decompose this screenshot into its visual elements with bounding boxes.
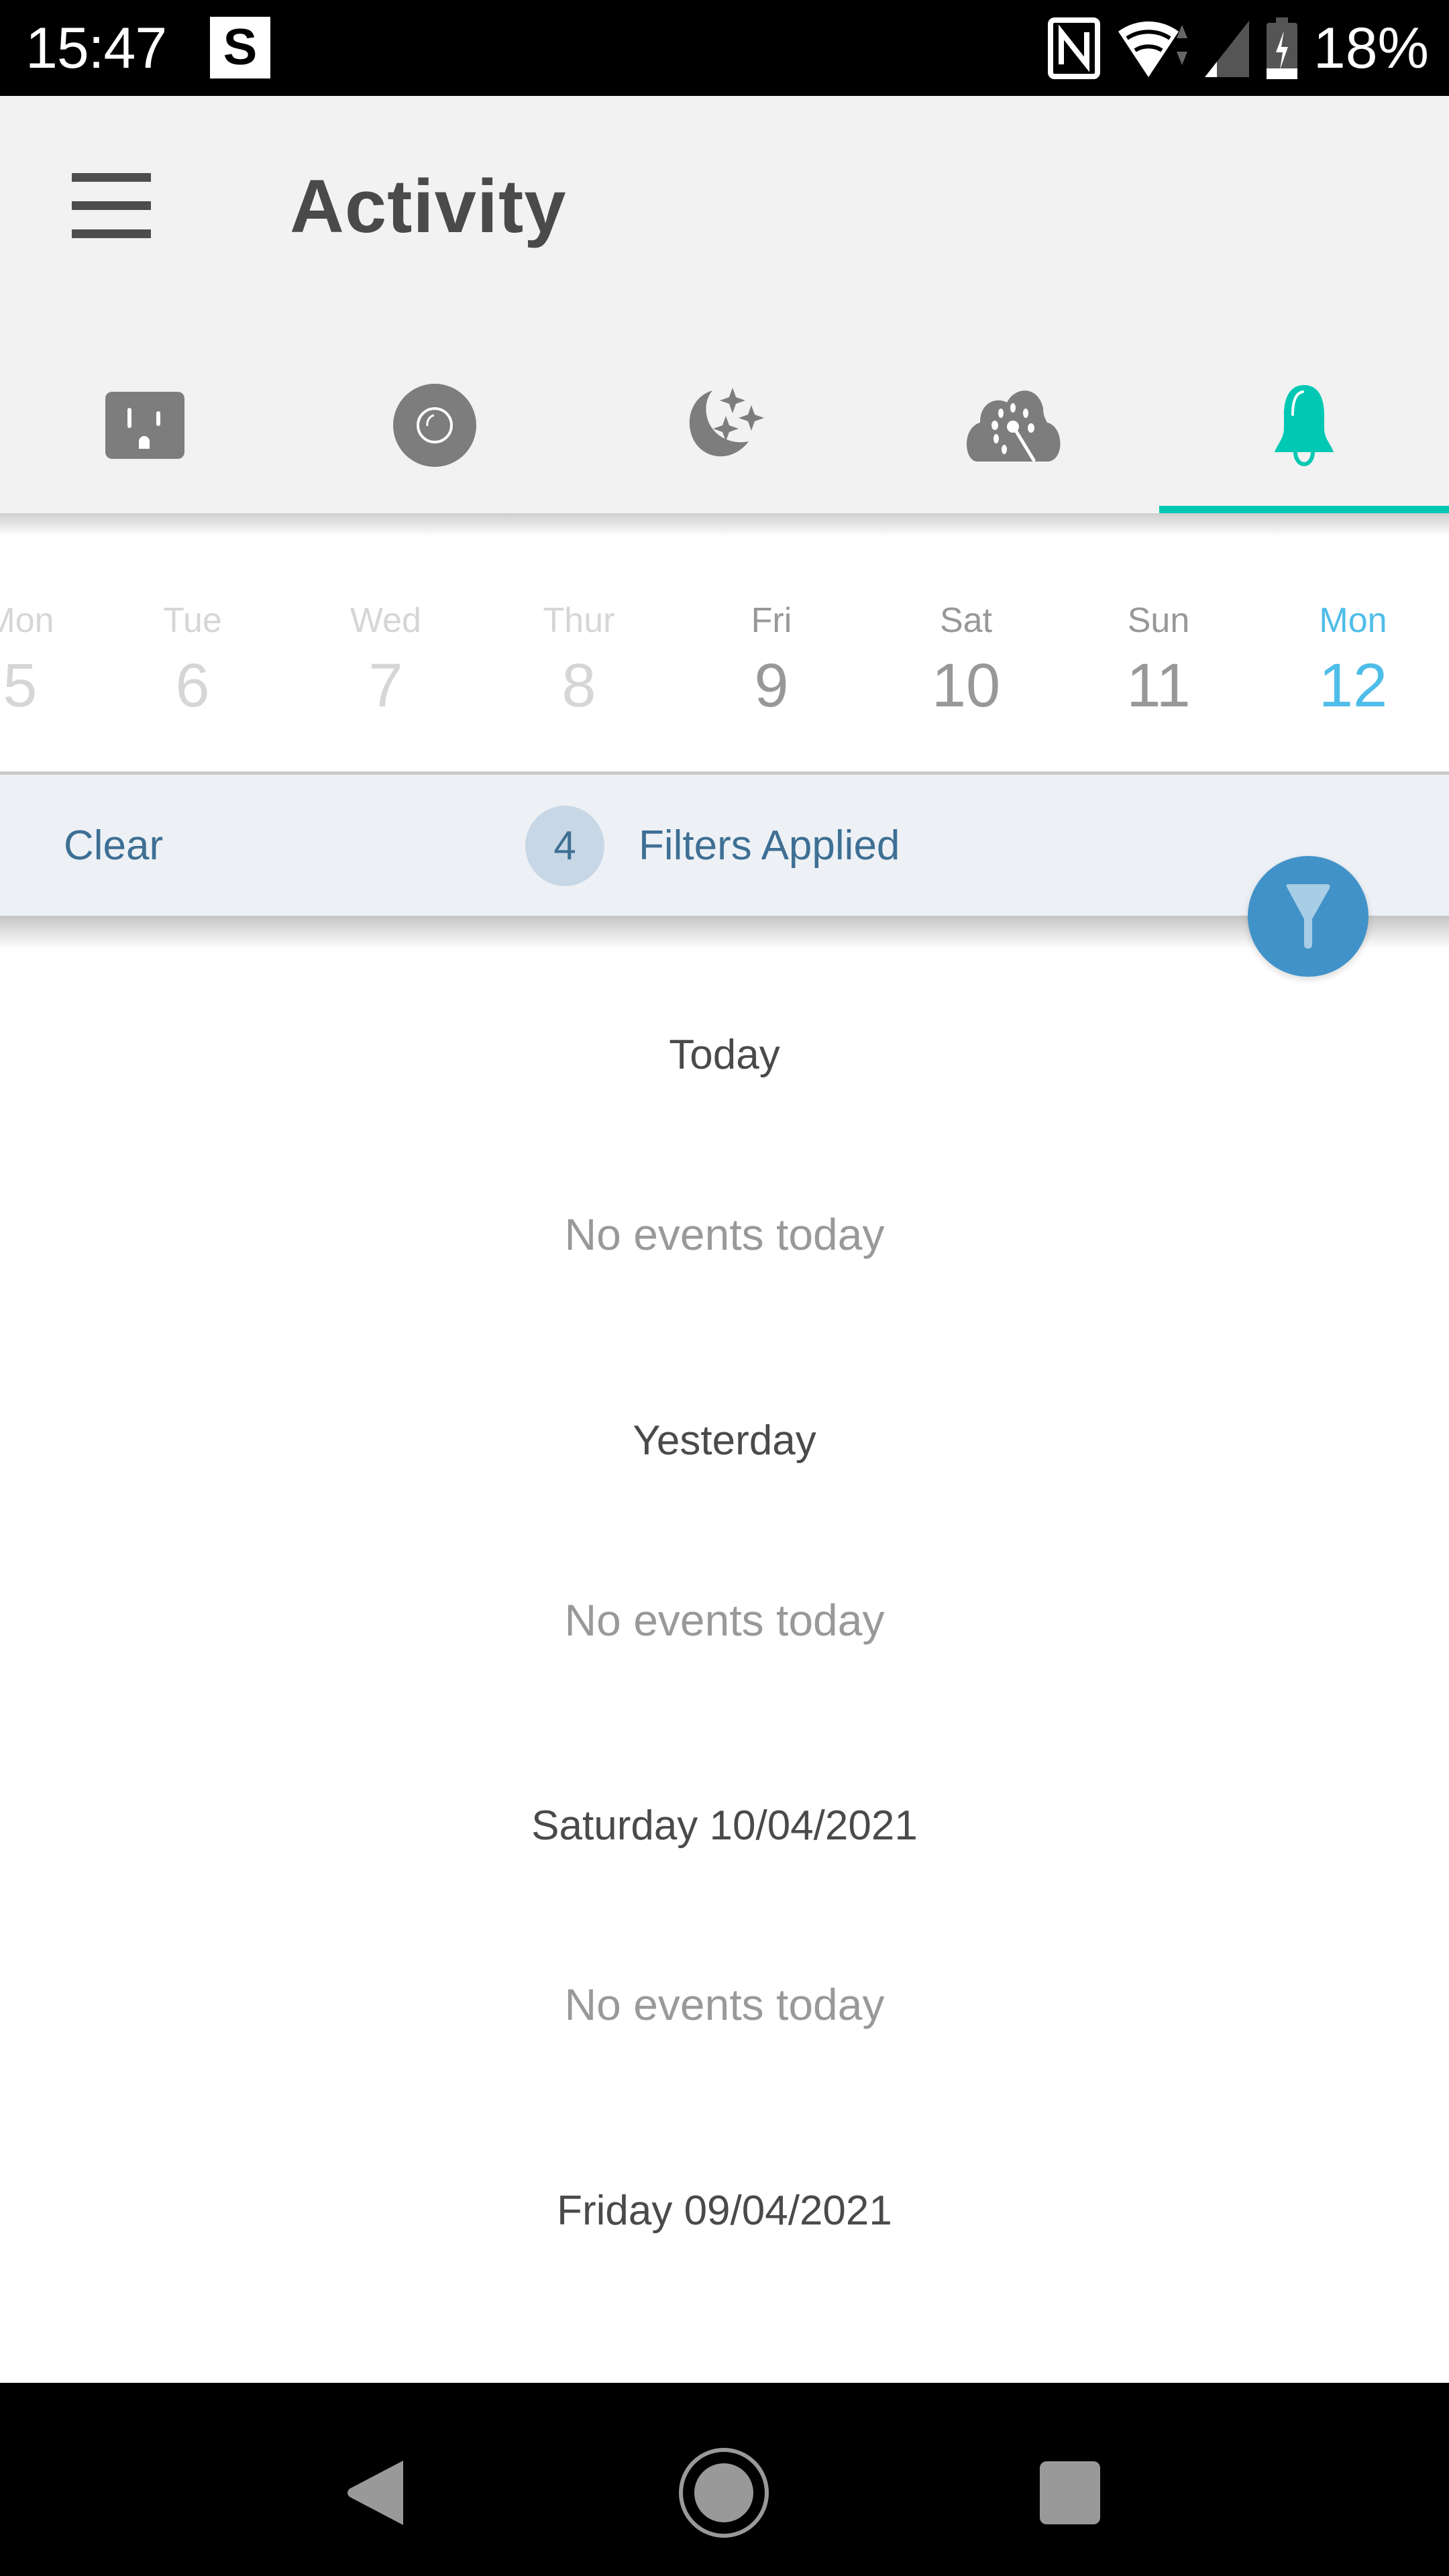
home-circle-icon [679, 2448, 769, 2538]
date-item[interactable]: Fri 9 [704, 537, 839, 771]
empty-state-text: No events today [564, 1595, 885, 1645]
cloud-magic-wand-icon [967, 390, 1061, 462]
filter-bar: Clear 4 Filters Applied [0, 775, 1449, 916]
date-number: 7 [368, 651, 403, 720]
date-weekday: Tue [163, 601, 222, 640]
app-bar: Activity [0, 96, 1449, 515]
nfc-icon [1047, 17, 1100, 79]
tab-cloud-magic[interactable] [869, 335, 1159, 515]
date-number: 6 [175, 651, 210, 720]
date-strip: Mon 5 Tue 6 Wed 7 Thur 8 Fri 9 Sat 10 Su… [0, 537, 1449, 771]
date-number: 5 [3, 651, 38, 720]
menu-line [72, 173, 151, 182]
date-weekday: Sat [939, 601, 993, 640]
status-icons: 18% [1047, 15, 1429, 82]
date-item-selected[interactable]: Mon 12 [1286, 537, 1420, 771]
date-item[interactable]: Sat 10 [899, 537, 1033, 771]
bell-icon [1275, 385, 1334, 466]
date-number: 12 [1318, 651, 1388, 720]
recents-button[interactable] [1016, 2439, 1124, 2546]
event-section-title: Yesterday [633, 1417, 816, 1464]
power-outlet-icon [105, 392, 184, 459]
date-number: 10 [931, 651, 1001, 720]
date-weekday: Wed [350, 601, 421, 640]
menu-line [72, 229, 151, 238]
date-item[interactable]: Wed 7 [319, 537, 453, 771]
date-weekday: Mon [1319, 601, 1387, 640]
date-item[interactable]: Mon 5 [0, 537, 87, 771]
filter-bar-shadow [0, 916, 1449, 949]
date-item[interactable]: Sun 11 [1091, 537, 1226, 771]
filters-applied-label: Filters Applied [639, 822, 900, 869]
app-bar-shadow [0, 513, 1449, 537]
battery-percent: 18% [1313, 16, 1429, 80]
empty-state-text: No events today [564, 1980, 885, 2029]
status-time: 15:47 [25, 16, 167, 80]
status-bar: 15:47 S 18% [0, 0, 1449, 96]
recents-square-icon [1040, 2461, 1100, 2524]
event-section-title: Friday 09/04/2021 [557, 2188, 892, 2234]
empty-state-text: No events today [564, 1210, 885, 1259]
event-section-title: Saturday 10/04/2021 [531, 1803, 918, 1849]
clear-filters-button[interactable]: Clear [64, 822, 163, 870]
filter-count-badge: 4 [525, 806, 604, 886]
date-weekday: Mon [0, 601, 54, 640]
events-list: Today No events today Yesterday No event… [0, 949, 1449, 2383]
battery-charging-icon [1266, 17, 1297, 79]
home-button[interactable] [670, 2439, 777, 2546]
date-weekday: Fri [751, 601, 792, 640]
date-number: 11 [1126, 651, 1191, 720]
menu-line [72, 201, 151, 210]
tab-outlet[interactable] [0, 335, 290, 515]
date-item[interactable]: Tue 6 [125, 537, 260, 771]
date-weekday: Thur [543, 601, 615, 640]
back-triangle-icon [347, 2461, 403, 2525]
filter-funnel-icon [1286, 884, 1330, 949]
date-item[interactable]: Thur 8 [512, 537, 646, 771]
tab-notifications[interactable] [1159, 335, 1449, 515]
tab-camera[interactable] [290, 335, 580, 515]
camera-lens-icon [393, 384, 476, 467]
notification-app-icon: S [210, 17, 270, 78]
moon-stars-icon [689, 388, 764, 457]
date-number: 8 [561, 651, 596, 720]
tab-night[interactable] [580, 335, 869, 515]
date-number: 9 [754, 651, 789, 720]
wifi-icon [1118, 21, 1187, 77]
category-tabs [0, 335, 1449, 515]
date-weekday: Sun [1127, 601, 1190, 640]
event-section-title: Today [669, 1032, 780, 1078]
hamburger-menu-icon[interactable] [64, 166, 158, 254]
cell-signal-icon [1204, 21, 1249, 77]
system-nav-bar [0, 2383, 1449, 2576]
back-button[interactable] [322, 2439, 429, 2546]
page-title: Activity [290, 164, 567, 248]
